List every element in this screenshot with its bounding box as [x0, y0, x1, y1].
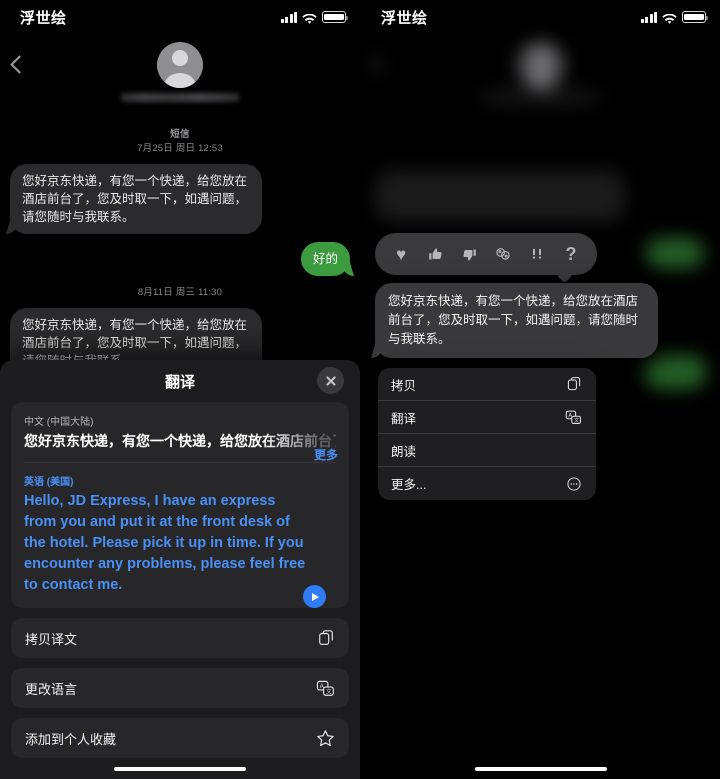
home-indicator[interactable]: [474, 766, 607, 771]
translate-sheet-title: 翻译: [164, 373, 195, 391]
message-service-label: 短信: [170, 129, 190, 140]
translate-icon: A 文: [564, 408, 583, 427]
status-bar-title: 浮世绘: [20, 9, 67, 27]
question-icon[interactable]: ?: [561, 244, 581, 264]
tapback-reaction-bar[interactable]: ♥ ?: [375, 233, 597, 275]
thumbs-up-icon[interactable]: [425, 244, 445, 264]
svg-text:文: 文: [574, 415, 580, 423]
translate-sheet: 翻译 中文 (中国大陆) 您好京东快递，有您一个快递，给您放在酒店前台了， 英语…: [0, 360, 360, 779]
context-menu-item-translate[interactable]: 翻译 A 文: [378, 401, 596, 434]
contact-header[interactable]: [0, 42, 360, 102]
chat-header: [0, 34, 360, 112]
heart-icon[interactable]: ♥: [391, 244, 411, 264]
context-menu-label: 翻译: [391, 411, 417, 426]
left-phone-screen: 浮世绘 短信 7月25日 周日 12:53 您好京东快递，有您一个快递，给您放在…: [0, 0, 360, 779]
svg-text:文: 文: [326, 687, 332, 695]
action-label: 更改语言: [25, 681, 78, 697]
battery-full-icon: [322, 11, 349, 23]
focused-message-bubble[interactable]: 您好京东快递，有您一个快递，给您放在酒店前台了，您及时取一下，如遇问题，请您随时…: [375, 283, 658, 358]
translate-icon: A 文: [316, 679, 335, 698]
received-message-bubble[interactable]: 您好京东快递，有您一个快递，给您放在酒店前台了，您及时取一下，如遇问题，请您随时…: [10, 164, 262, 234]
exclamation-icon[interactable]: [527, 244, 547, 264]
dual-screenshot-container: 浮世绘 短信 7月25日 周日 12:53 您好京东快递，有您一个快递，给您放在…: [0, 0, 720, 779]
contact-avatar[interactable]: [157, 42, 203, 88]
contact-name-redacted: [121, 93, 239, 102]
wifi-icon: [662, 12, 677, 24]
status-bar-title: 浮世绘: [381, 9, 428, 27]
source-language-label: 中文 (中国大陆): [24, 417, 94, 428]
translate-sheet-header: 翻译: [11, 360, 349, 402]
sent-message-bubble[interactable]: 好的: [300, 242, 350, 276]
action-label: 拷贝译文: [25, 631, 78, 647]
close-icon[interactable]: [317, 367, 344, 394]
action-label: 添加到个人收藏: [25, 731, 117, 747]
more-link[interactable]: 更多: [314, 446, 338, 463]
haha-icon[interactable]: [493, 244, 513, 264]
copy-icon: [316, 629, 335, 648]
message-datetime: 7月25日 周日 12:53: [137, 143, 223, 154]
translation-card: 中文 (中国大陆) 您好京东快递，有您一个快递，给您放在酒店前台了， 英语 (美…: [11, 402, 349, 608]
source-text[interactable]: 您好京东快递，有您一个快递，给您放在酒店前台了，: [24, 431, 336, 451]
status-bar-indicators: [640, 11, 709, 24]
context-menu-label: 拷贝: [391, 378, 417, 393]
message-datetime: 8月11日 周三 11:30: [137, 287, 223, 298]
avatar-head: [172, 50, 188, 66]
message-row: 好的: [10, 242, 350, 276]
more-ellipsis-icon: [564, 474, 583, 493]
translation-card-wrapper: 中文 (中国大陆) 您好京东快递，有您一个快递，给您放在酒店前台了， 英语 (美…: [11, 402, 349, 608]
context-menu[interactable]: 拷贝 翻译 A 文 朗读 更多...: [378, 368, 596, 500]
timestamp-divider: 短信 7月25日 周日 12:53: [10, 128, 350, 156]
signal-bars-icon: [280, 11, 297, 23]
context-menu-item-speak[interactable]: 朗读: [378, 434, 596, 467]
play-audio-icon[interactable]: [303, 585, 326, 608]
action-change-language[interactable]: 更改语言 A 文: [11, 668, 349, 708]
action-copy-translation[interactable]: 拷贝译文: [11, 618, 349, 658]
star-icon: [316, 729, 335, 748]
timestamp-divider: 8月11日 周三 11:30: [10, 286, 350, 300]
copy-icon: [564, 375, 583, 394]
wifi-icon: [302, 12, 317, 24]
card-divider: [24, 462, 336, 463]
status-bar: 浮世绘: [0, 0, 360, 34]
no-icon: [564, 441, 583, 460]
home-indicator[interactable]: [114, 766, 246, 771]
context-menu-item-copy[interactable]: 拷贝: [378, 368, 596, 401]
signal-bars-icon: [640, 11, 657, 23]
target-language-label: 英语 (美国): [24, 477, 74, 488]
message-row: 您好京东快递，有您一个快递，给您放在酒店前台了，您及时取一下，如遇问题，请您随时…: [10, 164, 350, 234]
status-bar: 浮世绘: [361, 0, 720, 34]
status-bar-indicators: [280, 11, 349, 24]
battery-full-icon: [682, 11, 709, 23]
right-phone-screen: 浮世绘 ♥ ? 您好京东快递，有您一个快递，给您放在酒店前台了，您及时取一下，如…: [360, 0, 720, 779]
context-menu-label: 朗读: [391, 444, 417, 459]
context-menu-item-more[interactable]: 更多...: [378, 467, 596, 500]
thumbs-down-icon[interactable]: [459, 244, 479, 264]
translated-text[interactable]: Hello, JD Express, I have an express fro…: [24, 491, 336, 596]
action-add-to-favorites[interactable]: 添加到个人收藏: [11, 718, 349, 758]
context-menu-label: 更多...: [391, 478, 427, 492]
avatar-body: [165, 73, 195, 88]
